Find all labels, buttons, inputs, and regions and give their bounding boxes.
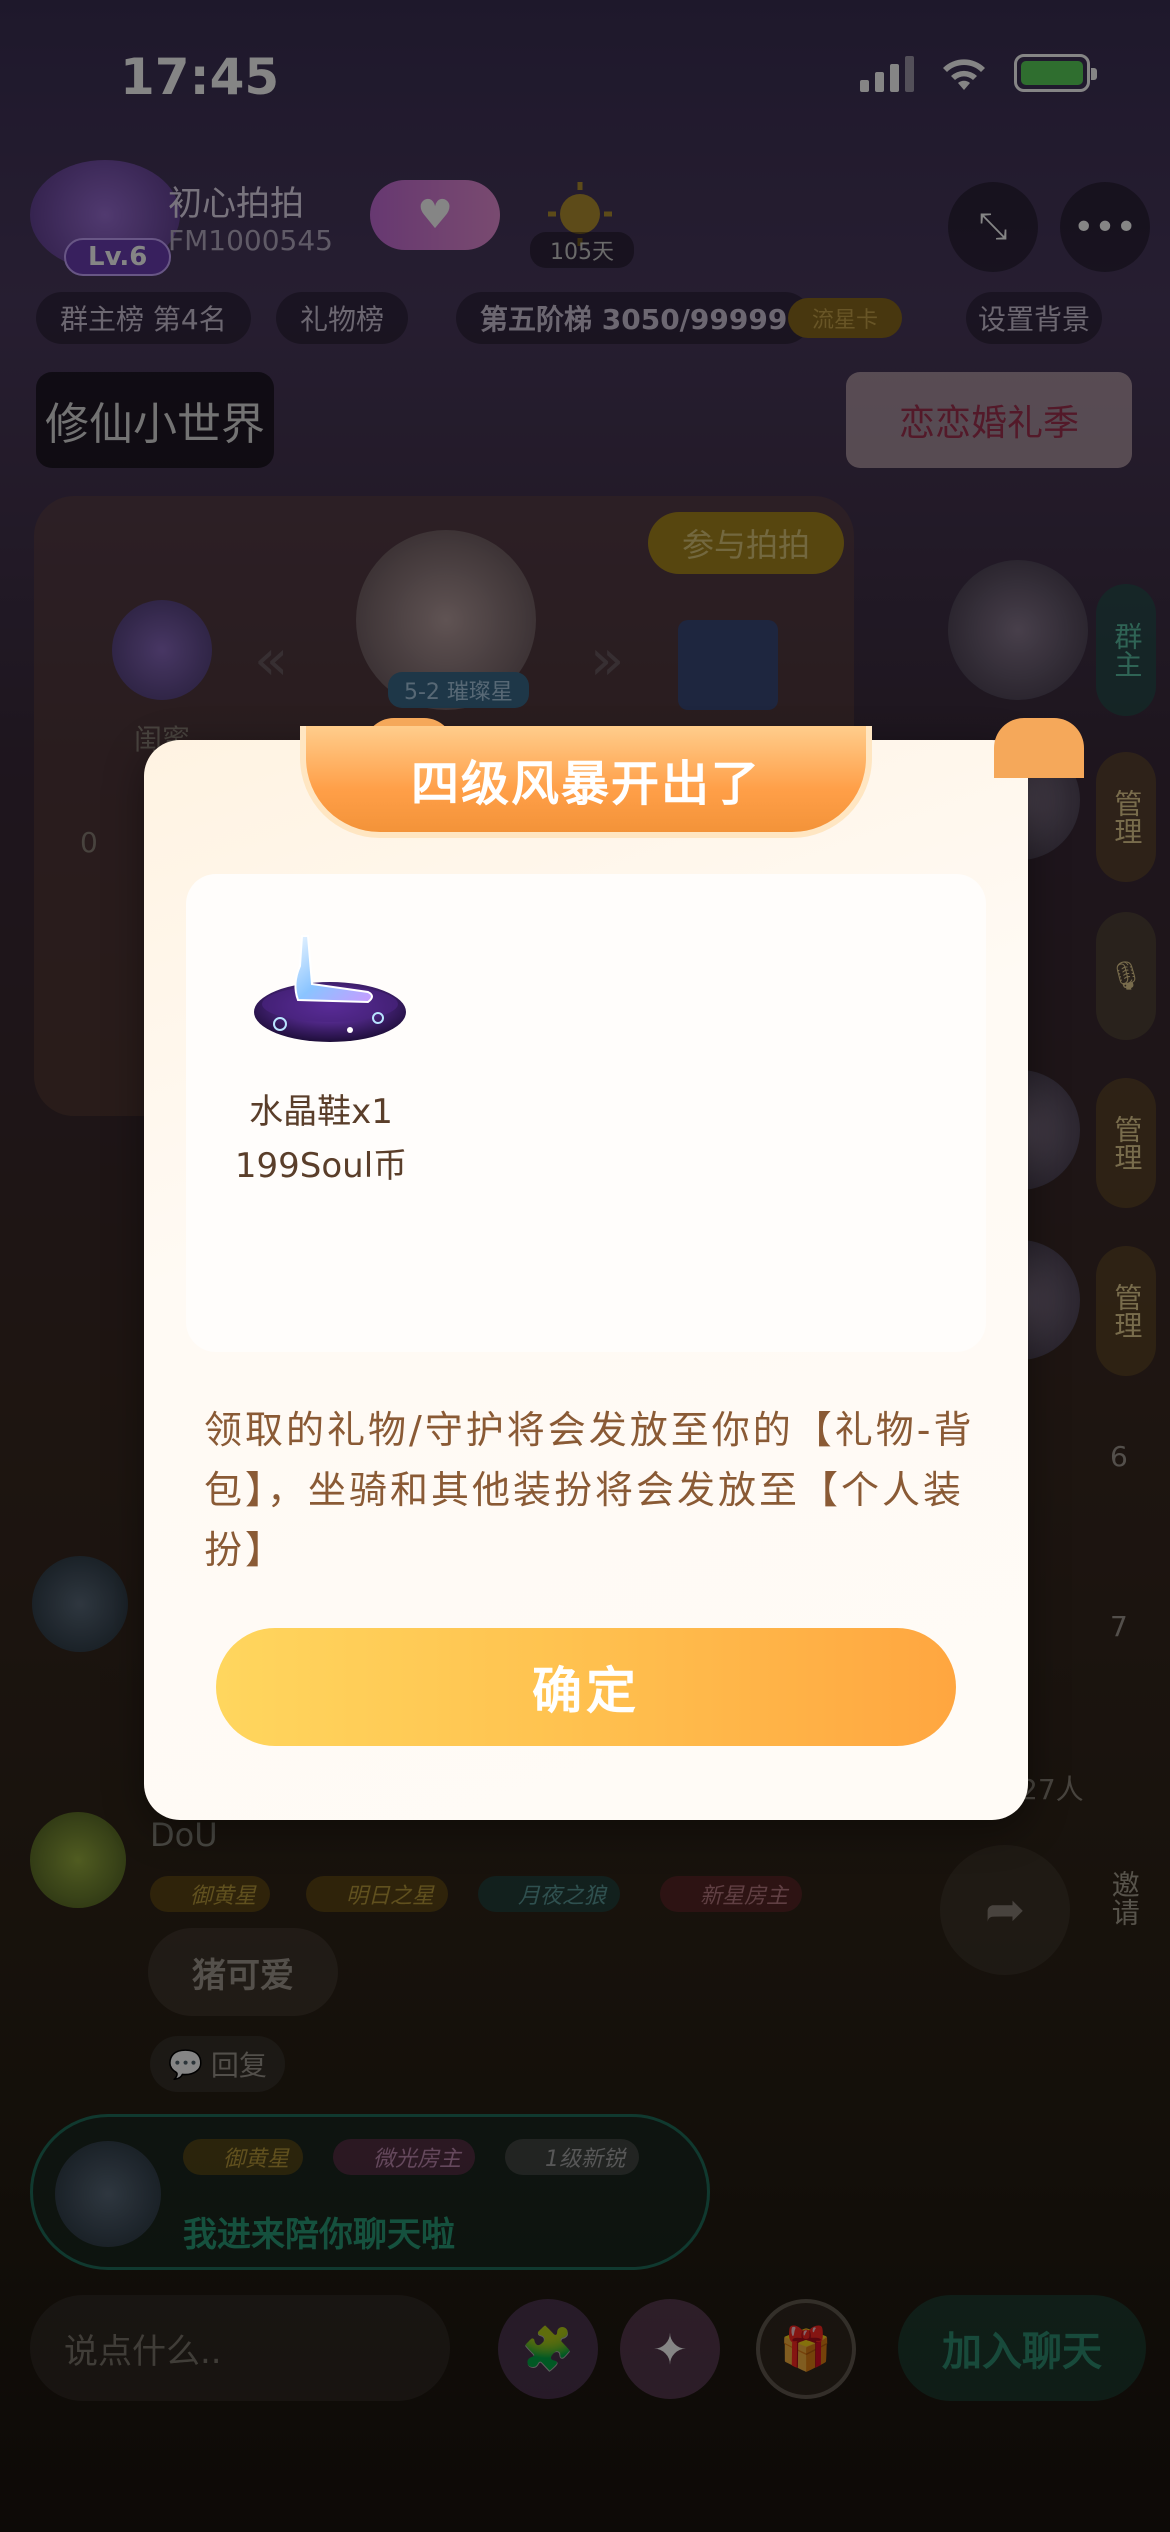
confirm-button[interactable]: 确定 [216, 1628, 956, 1746]
crystal-shoe-icon [254, 935, 406, 1042]
dialog-title: 四级风暴开出了 [410, 756, 761, 812]
reward-dialog: 四级风暴开出了 水晶鞋x1 199Soul币 领取的礼物/守护将会发放至你的【礼… [144, 718, 1084, 1820]
reward-notice: 领取的礼物/守护将会发放至你的【礼物-背包】，坐骑和其他装扮将会发放至【个人装扮… [204, 1408, 975, 1572]
prize-price: 199Soul币 [234, 1146, 408, 1186]
prize-card: 水晶鞋x1 199Soul币 [186, 874, 986, 1352]
prize-name: 水晶鞋x1 [249, 1092, 393, 1132]
dialog-title-tab: 四级风暴开出了 [300, 726, 872, 838]
